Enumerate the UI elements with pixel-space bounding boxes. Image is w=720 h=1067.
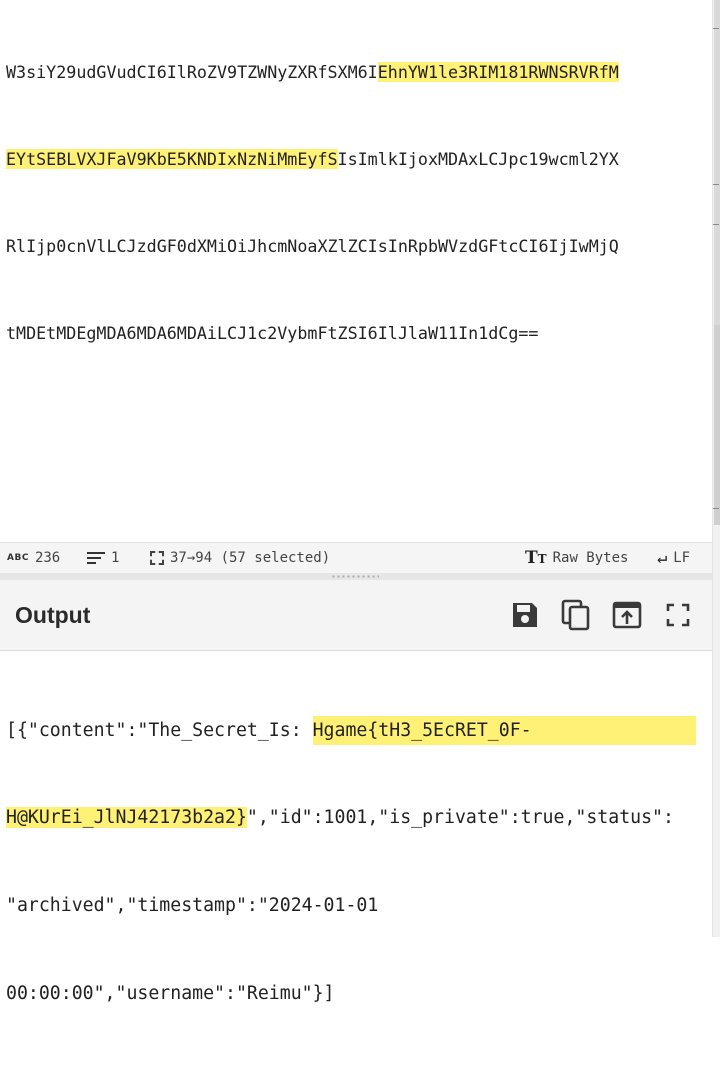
output-pane[interactable]: [{"content":"The_Secret_Is: Hgame{tH3_5E…: [0, 651, 712, 1004]
encoding-label: Raw Bytes: [552, 550, 629, 566]
output-highlight: H@KUrEi_JlNJ42173b2a2}: [6, 807, 247, 829]
length-indicator: ABC 236: [7, 543, 60, 573]
scroll-marker: [713, 508, 719, 509]
eol-label: LF: [673, 550, 691, 566]
output-line-2: H@KUrEi_JlNJ42173b2a2}","id":1001,"is_pr…: [6, 803, 712, 832]
line-count: 1: [111, 550, 120, 566]
input-textarea[interactable]: W3siY29udGVudCI6IlRoZV9TZWNyZXRfSXM6IEhn…: [6, 0, 712, 406]
input-line-2: EYtSEBLVXJFaV9KbE5KNDIxNzNiMmEyfSIsImlkI…: [6, 145, 712, 174]
scroll-marker: [713, 224, 719, 225]
save-output-button[interactable]: [507, 597, 543, 633]
output-line-1: [{"content":"The_Secret_Is: Hgame{tH3_5E…: [6, 715, 712, 745]
input-text-segment: W3siY29udGVudCI6IlRoZV9TZWNyZXRfSXM6I: [6, 62, 378, 82]
output-highlight: Hgame{tH3_5EcRET_0F-: [312, 715, 696, 745]
lines-icon: [87, 551, 105, 565]
eol-selector[interactable]: ↵ LF: [657, 543, 690, 573]
scroll-marker: [713, 28, 719, 29]
selection-indicator: 37→94 (57 selected): [150, 543, 330, 573]
replace-input-icon: [612, 601, 642, 629]
vertical-scrollbar[interactable]: [712, 0, 720, 937]
abc-icon: ABC: [7, 553, 29, 563]
scrollbar-thumb[interactable]: [714, 325, 720, 525]
encoding-selector[interactable]: TT Raw Bytes: [525, 543, 628, 573]
scroll-marker: [713, 184, 719, 185]
copy-output-button[interactable]: [558, 597, 594, 633]
selection-icon: [150, 551, 164, 565]
replace-input-button[interactable]: [609, 597, 645, 633]
input-line-3: RlIjp0cnVlLCJzdGF0dXMiOiJhcmNoaXZlZCIsIn…: [6, 236, 619, 256]
input-line-4: tMDEtMDEgMDA6MDA6MDAiLCJ1c2VybmFtZSI6IlJ…: [6, 323, 539, 343]
scrollbar-track-upper: [714, 0, 720, 325]
selection-highlight: EhnYW1le3RIM181RWNSRVRfM: [377, 62, 619, 82]
output-line-4: 00:00:00","username":"Reimu"}]: [6, 983, 335, 1005]
output-text-segment: ","id":1001,"is_private":true,"status":: [246, 807, 674, 829]
selection-highlight: EYtSEBLVXJFaV9KbE5KNDIxNzNiMmEyfS: [6, 149, 338, 169]
maximise-output-button[interactable]: [660, 597, 696, 633]
output-text-segment: [{"content":"The_Secret_Is:: [6, 719, 313, 741]
copy-icon: [561, 599, 590, 631]
return-arrow-icon: ↵: [657, 548, 668, 568]
output-line-3: "archived","timestamp":"2024-01-01: [6, 895, 379, 917]
output-header: Output: [0, 580, 712, 651]
lines-indicator: 1: [87, 543, 119, 573]
pane-resize-handle[interactable]: [0, 573, 712, 580]
text-encoding-icon: TT: [525, 548, 547, 568]
input-text-segment: IsImlkIjoxMDAxLCJpc19wcml2YX: [337, 149, 619, 169]
char-count: 236: [34, 550, 61, 566]
selection-range: 37→94 (57 selected): [170, 550, 331, 566]
fullscreen-icon: [666, 603, 690, 627]
drag-grip-icon: [331, 575, 379, 578]
save-icon: [513, 603, 537, 627]
output-textarea[interactable]: [{"content":"The_Secret_Is: Hgame{tH3_5E…: [6, 657, 712, 1067]
output-title: Output: [15, 602, 91, 628]
input-status-bar: ABC 236 1 37→94 (57 selected) TT Raw Byt…: [0, 542, 712, 574]
input-line-1: W3siY29udGVudCI6IlRoZV9TZWNyZXRfSXM6IEhn…: [6, 58, 712, 87]
input-pane[interactable]: W3siY29udGVudCI6IlRoZV9TZWNyZXRfSXM6IEhn…: [0, 0, 712, 542]
